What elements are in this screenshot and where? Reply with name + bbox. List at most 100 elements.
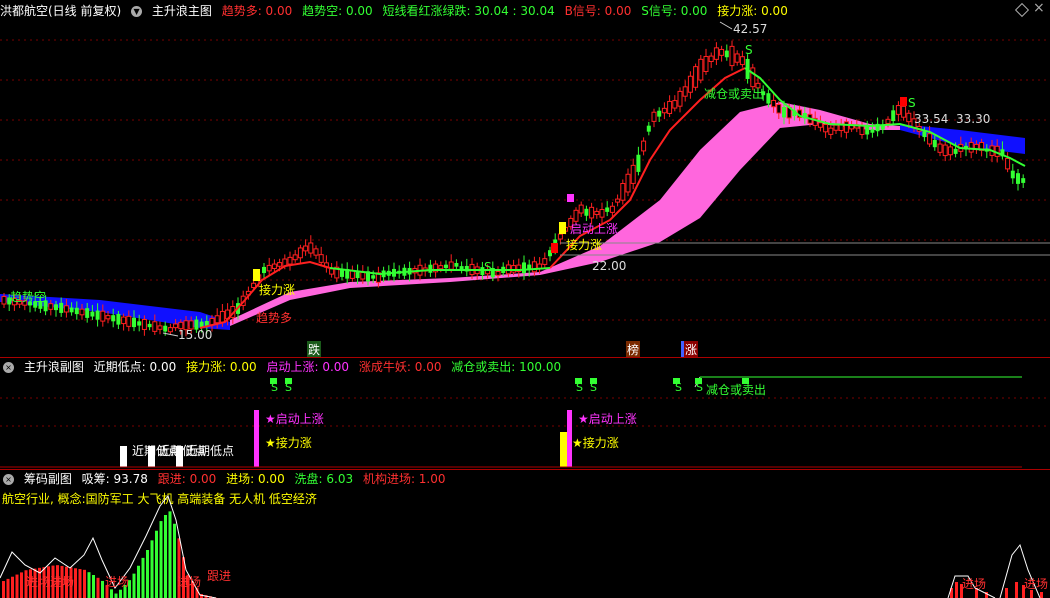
candle-body	[54, 304, 58, 311]
main-chart[interactable]	[0, 0, 1050, 358]
sub2-enter-label-2: 进场	[105, 575, 130, 589]
candle-body	[708, 55, 714, 63]
chip-bar	[155, 530, 158, 598]
candle-body	[152, 321, 158, 332]
trend-down-label: 趋势空	[10, 290, 47, 304]
grid	[0, 397, 1050, 427]
s-signal-right: S	[908, 96, 916, 110]
candle-body	[771, 99, 777, 108]
candle-body	[687, 75, 693, 93]
candle-body	[360, 271, 366, 280]
chip-bar	[110, 589, 113, 598]
candle-body	[584, 208, 589, 216]
candle-body	[308, 242, 314, 254]
sub1-s-5: S	[675, 381, 682, 394]
candle-body	[646, 125, 651, 132]
candle-body	[906, 112, 912, 123]
sub2-enter-label-4: 进场	[962, 577, 987, 591]
chip-bar	[11, 576, 14, 598]
candle-body	[672, 100, 678, 109]
reduce-label: 减仓或卖出	[704, 87, 765, 101]
chip-bar	[168, 511, 172, 598]
s-signal-top: S	[745, 43, 753, 57]
candle-body	[531, 261, 537, 273]
candle-body	[297, 247, 303, 259]
candle-body	[137, 321, 142, 326]
candle-body	[615, 198, 621, 203]
candle-body	[287, 256, 293, 265]
chip-bar	[159, 521, 163, 598]
candle-body	[667, 100, 673, 114]
candle-body	[428, 264, 433, 273]
sub1-reduce-label: 减仓或卖出	[706, 383, 767, 397]
candlesticks	[1, 40, 1026, 337]
candle-body	[620, 183, 626, 201]
candle-body	[262, 266, 266, 274]
candle-body	[859, 124, 865, 136]
candle-body	[599, 209, 605, 218]
start-up-label: 启动上涨	[570, 222, 619, 236]
chip-bar	[92, 575, 95, 598]
sub2-follow-label: 跟进	[207, 569, 232, 583]
candle-body	[895, 105, 901, 115]
sub2-enter-label-3: 进场	[177, 575, 202, 589]
candle-body	[542, 258, 548, 265]
candle-body	[163, 325, 168, 332]
candle-body	[1005, 157, 1011, 170]
chip-bar	[2, 581, 5, 598]
sub1-s-1: S	[271, 381, 278, 394]
chip-bar	[955, 582, 958, 598]
chip-bar	[173, 523, 176, 598]
candle-body	[48, 303, 54, 310]
tag-zhang: 涨	[681, 341, 699, 358]
low-price-label: 15.00	[178, 328, 213, 342]
sub2-chart[interactable]	[0, 470, 1050, 598]
candle-body	[495, 270, 501, 276]
candle-body	[69, 307, 74, 313]
candle-body	[141, 319, 147, 330]
chip-bar	[150, 540, 154, 598]
chip-bar	[20, 572, 23, 598]
candle-body	[870, 129, 875, 133]
candle-body	[750, 67, 756, 88]
candle-body	[271, 263, 277, 269]
chip-bar	[83, 569, 86, 598]
candle-body	[782, 106, 786, 118]
relay-label-1: 接力涨	[259, 283, 296, 297]
candle-body	[641, 140, 647, 152]
sub1-relay-label-2: ★接力涨	[572, 436, 619, 450]
candle-body	[578, 204, 584, 214]
trend-up-label: 趋势多	[256, 311, 293, 325]
candle-body	[922, 131, 927, 138]
candle-body	[522, 262, 526, 274]
candle-body	[932, 139, 937, 148]
candle-body	[318, 254, 324, 263]
candle-body	[843, 121, 849, 133]
level-r2: 33.30	[956, 112, 991, 126]
candle-body	[605, 207, 610, 212]
grid	[0, 39, 1050, 321]
ribbon-pink	[230, 102, 900, 326]
candle-body	[173, 323, 179, 329]
sub1-s-6: S	[696, 381, 703, 394]
candle-body	[313, 248, 319, 256]
sub2-enter-label-1: 进场进场	[26, 575, 75, 589]
candle-body	[766, 93, 771, 104]
candle-body	[693, 66, 699, 88]
candle-body	[609, 205, 615, 213]
candle-body	[277, 262, 283, 267]
candle-body	[438, 265, 444, 270]
candle-body	[657, 110, 662, 117]
candle-body	[79, 308, 85, 316]
candle-body	[329, 268, 335, 275]
candle-body	[303, 245, 309, 252]
candle-body	[729, 45, 735, 67]
candle-body	[199, 321, 204, 328]
candle-body	[594, 210, 600, 216]
candle-body	[1016, 173, 1020, 184]
candle-body	[557, 233, 563, 240]
sub1-low-label-3: 近期低点	[186, 444, 235, 458]
sub1-start-label-2: ★启动上涨	[578, 412, 637, 426]
candle-body	[677, 90, 683, 107]
sub2-enter-label-5: 进场	[1024, 577, 1049, 591]
